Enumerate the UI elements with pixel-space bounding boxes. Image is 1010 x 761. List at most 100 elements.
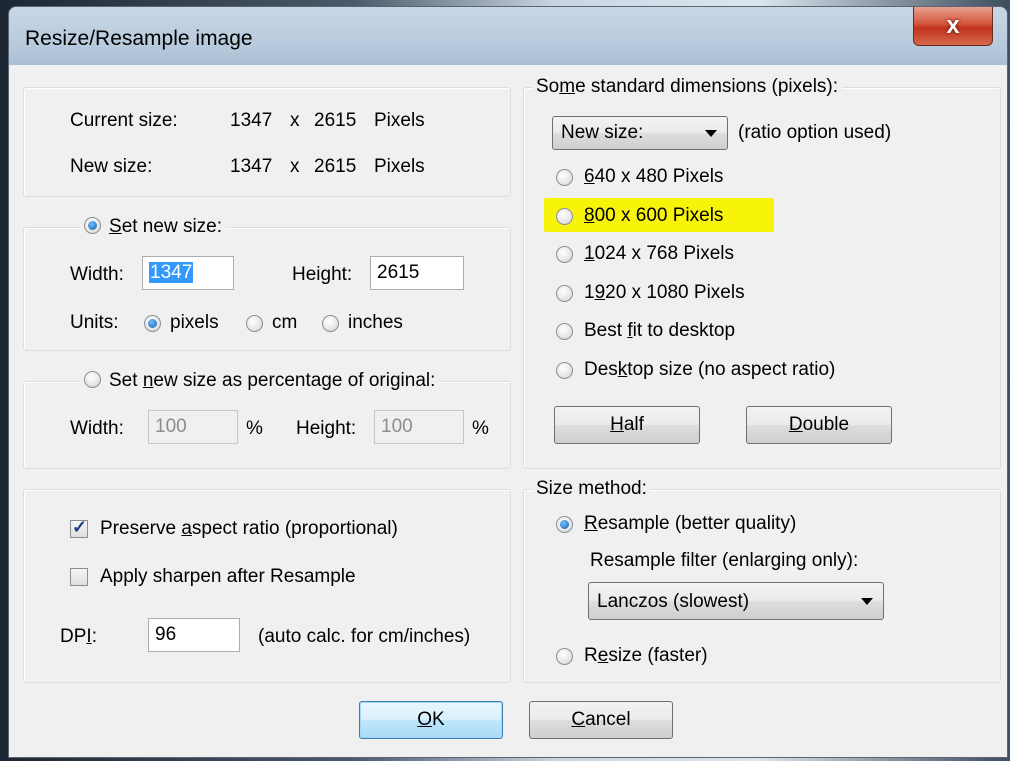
dim-640-mnemonic: 6 bbox=[584, 166, 595, 187]
dim-1024-text: 024 x 768 Pixels bbox=[594, 243, 734, 264]
ratio-note: (ratio option used) bbox=[738, 122, 892, 143]
desktop-size-label[interactable]: Desktop size (no aspect ratio) bbox=[584, 359, 835, 381]
new-height-value: 2615 bbox=[314, 156, 357, 177]
current-width-value: 1347 bbox=[230, 110, 273, 131]
desktop-size-pre: Des bbox=[584, 359, 618, 380]
new-size-combo-value: New size: bbox=[561, 122, 644, 143]
new-size-label: New size: bbox=[70, 156, 153, 177]
preserve-aspect-label[interactable]: Preserve aspect ratio (proportional) bbox=[100, 518, 398, 540]
ok-button[interactable]: OK bbox=[359, 701, 503, 739]
resize-text: size (faster) bbox=[608, 645, 708, 666]
ok-mnemonic: O bbox=[417, 709, 433, 730]
dim-800-text: 00 x 600 Pixels bbox=[594, 205, 724, 226]
current-height-value: 2615 bbox=[314, 110, 357, 131]
standard-legend-post: e standard dimensions (pixels): bbox=[575, 76, 839, 97]
width-input-value: 1347 bbox=[149, 262, 194, 283]
half-button[interactable]: Half bbox=[554, 406, 700, 444]
new-x: x bbox=[290, 156, 300, 177]
dim-1920-label[interactable]: 1920 x 1080 Pixels bbox=[584, 282, 745, 304]
percentage-radio-button[interactable] bbox=[84, 371, 101, 388]
desktop-size-mnemonic: k bbox=[617, 359, 628, 380]
ok-label: K bbox=[432, 709, 445, 730]
size-info-group: Current size: 1347 x 2615 Pixels New siz… bbox=[23, 87, 511, 197]
percentage-label-post: ew size as percentage of original: bbox=[153, 370, 436, 391]
best-fit-label[interactable]: Best fit to desktop bbox=[584, 320, 735, 342]
unit-cm-radio[interactable] bbox=[246, 315, 263, 332]
sharpen-label[interactable]: Apply sharpen after Resample bbox=[100, 566, 356, 588]
resample-radio[interactable] bbox=[556, 516, 573, 533]
set-size-radio[interactable]: Set new size: bbox=[80, 216, 227, 238]
resize-mnemonic: e bbox=[597, 645, 609, 666]
new-width-value: 1347 bbox=[230, 156, 273, 177]
dim-640-text: 40 x 480 Pixels bbox=[594, 166, 724, 187]
preserve-aspect-checkbox[interactable] bbox=[70, 517, 88, 538]
resample-mnemonic: R bbox=[584, 513, 598, 534]
desktop-size-radio[interactable] bbox=[556, 362, 573, 379]
percentage-label-pre: Set bbox=[109, 370, 143, 391]
dim-800-mnemonic: 8 bbox=[584, 205, 595, 226]
dim-1920-text: 20 x 1080 Pixels bbox=[605, 282, 745, 303]
size-method-legend: Size method: bbox=[532, 478, 651, 500]
set-size-radio-button[interactable] bbox=[84, 217, 101, 234]
unit-inches-label[interactable]: inches bbox=[348, 312, 403, 334]
preserve-label-post: spect ratio (proportional) bbox=[191, 518, 398, 539]
standard-dimensions-legend: Some standard dimensions (pixels): bbox=[532, 76, 843, 98]
height-input[interactable]: 2615 bbox=[370, 256, 464, 290]
chevron-down-icon bbox=[861, 598, 873, 605]
set-size-group: Set new size: Width: 1347 Height: 2615 U… bbox=[23, 216, 511, 351]
cancel-button[interactable]: Cancel bbox=[529, 701, 673, 739]
standard-dimensions-group: Some standard dimensions (pixels): New s… bbox=[523, 76, 1001, 469]
percentage-group: Set new size as percentage of original: … bbox=[23, 370, 511, 469]
standard-legend-mnemonic: m bbox=[559, 76, 576, 97]
set-size-radio-label: et new size: bbox=[121, 216, 223, 237]
unit-cm-label[interactable]: cm bbox=[272, 312, 297, 334]
width-input[interactable]: 1347 bbox=[142, 256, 234, 290]
dpi-input[interactable]: 96 bbox=[148, 618, 240, 652]
resample-text: esample (better quality) bbox=[597, 513, 797, 534]
desktop-size-text: top size (no aspect ratio) bbox=[627, 359, 836, 380]
unit-inches-radio[interactable] bbox=[322, 315, 339, 332]
set-size-mnemonic: S bbox=[109, 216, 122, 237]
percent-width-input[interactable]: 100 bbox=[148, 410, 238, 444]
dim-800-label[interactable]: 800 x 600 Pixels bbox=[584, 205, 723, 227]
resize-radio[interactable] bbox=[556, 648, 573, 665]
chevron-down-icon bbox=[705, 130, 717, 137]
resample-label[interactable]: Resample (better quality) bbox=[584, 513, 796, 535]
percent-height-input[interactable]: 100 bbox=[374, 410, 464, 444]
dim-640-radio[interactable] bbox=[556, 169, 573, 186]
unit-pixels-label[interactable]: pixels bbox=[170, 312, 219, 334]
dpi-label: DPI: bbox=[60, 626, 97, 648]
best-fit-text: it to desktop bbox=[632, 320, 736, 341]
best-fit-radio[interactable] bbox=[556, 323, 573, 340]
resample-filter-combo[interactable]: Lanczos (slowest) bbox=[588, 582, 884, 620]
percentage-radio[interactable]: Set new size as percentage of original: bbox=[80, 370, 440, 392]
unit-pixels-radio[interactable] bbox=[144, 315, 161, 332]
resize-dialog: Resize/Resample image x Current size: 13… bbox=[8, 6, 1008, 758]
dim-800-radio[interactable] bbox=[556, 208, 573, 225]
resize-label[interactable]: Resize (faster) bbox=[584, 645, 708, 667]
preserve-mnemonic: a bbox=[181, 518, 192, 539]
cancel-mnemonic: C bbox=[571, 709, 586, 730]
dim-1024-radio[interactable] bbox=[556, 246, 573, 263]
sharpen-checkbox[interactable] bbox=[70, 568, 88, 586]
size-method-group: Size method: Resample (better quality) R… bbox=[523, 478, 1001, 683]
half-mnemonic: H bbox=[610, 414, 624, 435]
dim-1920-radio[interactable] bbox=[556, 285, 573, 302]
dim-1920-mnemonic: 9 bbox=[594, 282, 606, 303]
percent-width-label: Width: bbox=[70, 418, 124, 439]
close-button[interactable]: x bbox=[913, 7, 993, 46]
new-size-combo[interactable]: New size: bbox=[552, 116, 728, 150]
dpi-note: (auto calc. for cm/inches) bbox=[258, 626, 471, 647]
title-bar[interactable]: Resize/Resample image x bbox=[9, 7, 1007, 65]
double-label: ouble bbox=[802, 414, 850, 435]
dialog-title: Resize/Resample image bbox=[25, 27, 253, 50]
resample-filter-label: Resample filter (enlarging only): bbox=[590, 550, 859, 571]
dim-1024-label[interactable]: 1024 x 768 Pixels bbox=[584, 243, 734, 265]
dim-640-label[interactable]: 640 x 480 Pixels bbox=[584, 166, 723, 188]
close-icon: x bbox=[946, 12, 960, 39]
double-button[interactable]: Double bbox=[746, 406, 892, 444]
percent-width-sign: % bbox=[246, 418, 263, 439]
dim-1024-mnemonic: 1 bbox=[584, 243, 595, 264]
current-size-label: Current size: bbox=[70, 110, 178, 131]
new-unit: Pixels bbox=[374, 156, 425, 177]
